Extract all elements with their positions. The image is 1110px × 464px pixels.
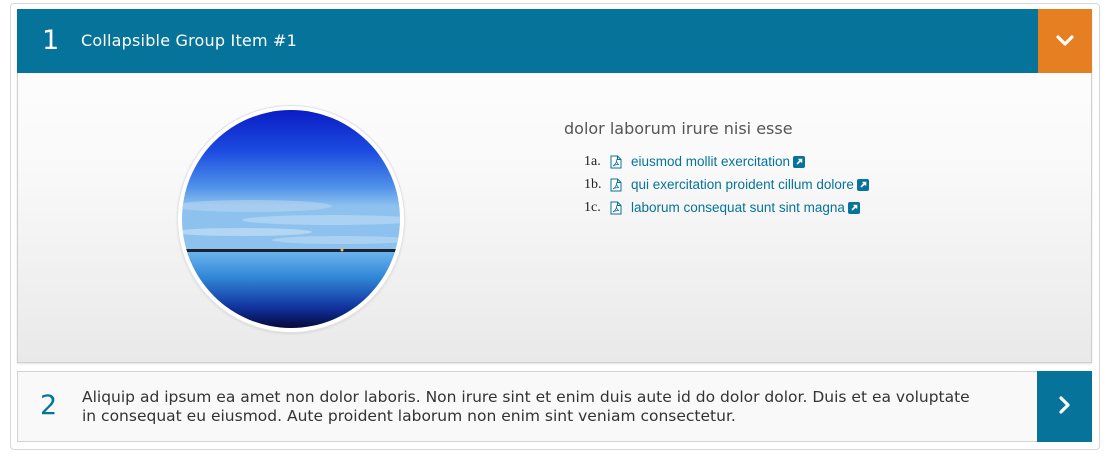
panel-number: 1 — [42, 25, 60, 56]
document-link[interactable]: eiusmod mollit exercitation — [631, 150, 790, 173]
accordion-panel-2[interactable]: 2 Aliquip ad ipsum ea amet non dolor lab… — [17, 371, 1092, 442]
list-index: 1b. — [584, 177, 602, 192]
section-heading: dolor laborum irure nisi esse — [564, 119, 793, 138]
collapse-toggle-button[interactable] — [1038, 9, 1092, 73]
accordion-header-1[interactable]: 1 Collapsible Group Item #1 — [17, 9, 1092, 73]
pdf-file-icon — [610, 178, 622, 192]
list-item: 1a. eiusmod mollit exercitation — [584, 150, 869, 173]
expand-toggle-button[interactable] — [1037, 371, 1092, 442]
list-index: 1a. — [584, 154, 601, 169]
pdf-file-icon — [610, 155, 622, 169]
external-link-icon — [847, 201, 860, 214]
chevron-down-icon — [1056, 32, 1074, 51]
chevron-right-icon — [1058, 395, 1071, 418]
panel-title[interactable]: Collapsible Group Item #1 — [81, 29, 297, 53]
document-list: 1a. eiusmod mollit exercitation 1b. qui … — [584, 150, 869, 219]
list-item: 1b. qui exercitation proident cillum dol… — [584, 173, 869, 196]
external-link-icon — [856, 178, 869, 191]
pdf-file-icon — [610, 201, 622, 215]
list-index: 1c. — [584, 200, 601, 215]
photo-frame — [178, 106, 404, 332]
lake-photo — [182, 110, 400, 328]
list-item: 1c. laborum consequat sunt sint magna — [584, 196, 869, 219]
panel-summary-text: Aliquip ad ipsum ea amet non dolor labor… — [82, 388, 970, 425]
document-link[interactable]: qui exercitation proident cillum dolore — [631, 173, 854, 196]
document-link[interactable]: laborum consequat sunt sint magna — [631, 196, 845, 219]
accordion-panel-1: 1 Collapsible Group Item #1 dolor laboru… — [17, 9, 1092, 363]
external-link-icon — [793, 155, 806, 168]
panel-number: 2 — [40, 390, 58, 421]
